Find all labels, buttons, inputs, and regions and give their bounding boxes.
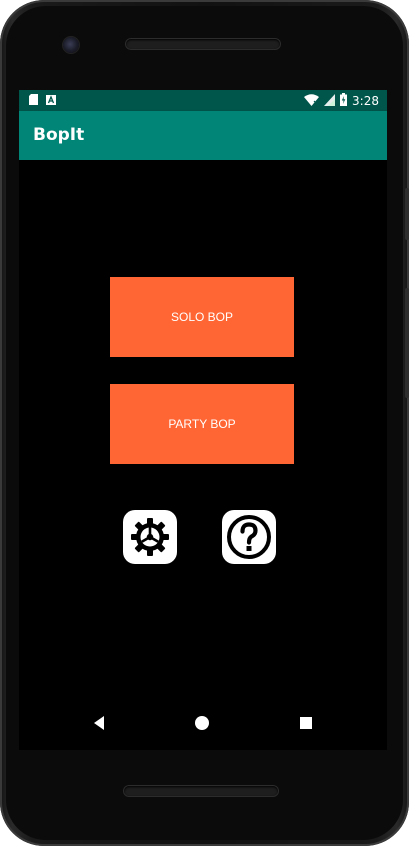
a-notification-icon	[46, 94, 56, 108]
app-bar: BopIt	[19, 111, 387, 160]
power-button	[405, 188, 409, 240]
help-button[interactable]	[222, 510, 276, 564]
recents-icon[interactable]	[297, 714, 315, 732]
app-title: BopIt	[33, 125, 85, 145]
solo-bop-button[interactable]: SOLO BOP	[110, 277, 294, 357]
top-speaker	[126, 39, 280, 49]
wifi-icon	[304, 93, 320, 109]
battery-charging-icon	[340, 93, 348, 109]
front-camera	[63, 37, 79, 53]
party-bop-button[interactable]: PARTY BOP	[110, 384, 294, 464]
volume-button	[405, 288, 409, 398]
status-bar: 3:28	[19, 90, 387, 111]
back-icon[interactable]	[90, 714, 108, 732]
bottom-speaker	[124, 786, 278, 796]
home-icon[interactable]	[193, 714, 211, 732]
navigation-bar	[19, 696, 387, 750]
signal-icon	[324, 93, 336, 109]
phone-frame: 3:28 BopIt SOLO BOP PARTY BOP	[0, 0, 409, 846]
status-time: 3:28	[352, 93, 379, 108]
gear-icon	[131, 518, 169, 556]
sd-card-icon	[29, 94, 38, 108]
question-mark-icon	[227, 515, 271, 559]
device-screen: 3:28 BopIt SOLO BOP PARTY BOP	[19, 90, 387, 750]
settings-button[interactable]	[123, 510, 177, 564]
